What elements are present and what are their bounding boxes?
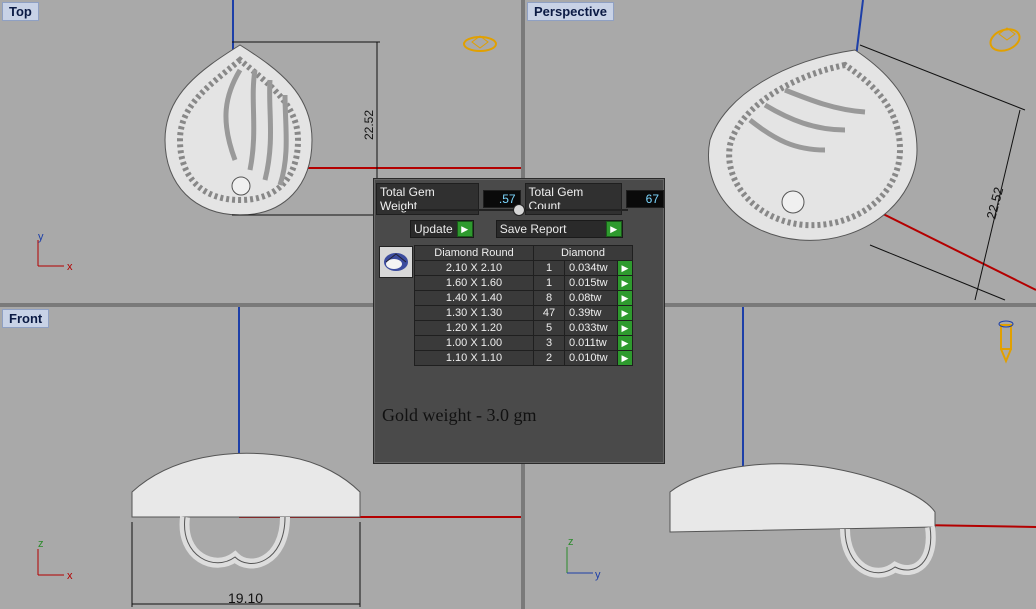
total-gem-count-value: 67 xyxy=(626,190,664,208)
update-button[interactable]: Update ▶ xyxy=(410,220,474,238)
update-button-label: Update xyxy=(414,222,453,236)
gem-table: Diamond Round Diamond 2.10 X 2.10 1 0.034t… xyxy=(414,245,633,366)
play-arrow-icon: ▶ xyxy=(456,221,473,237)
viewport-title-front[interactable]: Front xyxy=(2,309,50,328)
right-axis-y: y xyxy=(595,569,601,581)
play-arrow-icon[interactable]: ▶ xyxy=(617,260,633,276)
diamond-gem-icon xyxy=(379,246,413,278)
front-axis-x: x xyxy=(67,570,73,582)
gem-count: 8 xyxy=(533,290,565,306)
save-report-button[interactable]: Save Report ▶ xyxy=(495,220,623,238)
pendant-perspective-model xyxy=(708,49,918,241)
gem-weight: 0.011tw xyxy=(564,335,618,351)
panel-button-row: Update ▶ Save Report ▶ xyxy=(410,220,623,238)
gem-count: 47 xyxy=(533,305,565,321)
gem-size: 1.20 X 1.20 xyxy=(414,320,534,336)
panel-slider-knob[interactable] xyxy=(513,204,525,216)
perspective-dimension-label: 22.52 xyxy=(983,185,1006,220)
gem-weight: 0.033tw xyxy=(564,320,618,336)
ring-gumball-icon xyxy=(989,27,1021,52)
ring-gumball-icon xyxy=(463,35,497,52)
gold-weight-note: Gold weight - 3.0 gm xyxy=(382,405,537,425)
gem-size: 2.10 X 2.10 xyxy=(414,260,534,276)
gem-count: 2 xyxy=(533,350,565,366)
pendant-front-model xyxy=(131,452,361,569)
top-dimension-label: 22.52 xyxy=(362,110,376,140)
front-axis-z: z xyxy=(38,538,44,550)
gem-size: 1.40 X 1.40 xyxy=(414,290,534,306)
top-axis-x: x xyxy=(67,261,73,273)
play-arrow-icon[interactable]: ▶ xyxy=(617,275,633,291)
play-arrow-icon: ▶ xyxy=(605,221,622,237)
play-arrow-icon[interactable]: ▶ xyxy=(617,305,633,321)
table-row[interactable]: 1.00 X 1.00 3 0.011tw ▶ xyxy=(414,335,633,351)
table-row[interactable]: 1.20 X 1.20 5 0.033tw ▶ xyxy=(414,320,633,336)
gem-count: 1 xyxy=(533,275,565,291)
table-row[interactable]: 1.60 X 1.60 1 0.015tw ▶ xyxy=(414,275,633,291)
gem-table-header-shape: Diamond Round xyxy=(414,245,534,261)
play-arrow-icon[interactable]: ▶ xyxy=(617,290,633,306)
gem-size: 1.30 X 1.30 xyxy=(414,305,534,321)
gem-report-panel: Total Gem Weight .57 Total Gem Count 67 … xyxy=(373,178,665,464)
viewport-title-top[interactable]: Top xyxy=(2,2,39,21)
gem-weight: 0.08tw xyxy=(564,290,618,306)
gem-weight: 0.39tw xyxy=(564,305,618,321)
play-arrow-icon[interactable]: ▶ xyxy=(617,350,633,366)
gem-size: 1.60 X 1.60 xyxy=(414,275,534,291)
right-axis-z: z xyxy=(568,536,574,548)
pendant-top-model xyxy=(164,44,313,216)
pendant-right-model xyxy=(669,463,936,578)
table-row[interactable]: 1.10 X 1.10 2 0.010tw ▶ xyxy=(414,350,633,366)
save-report-button-label: Save Report xyxy=(499,222,567,236)
viewport-title-perspective[interactable]: Perspective xyxy=(527,2,614,21)
gem-count: 5 xyxy=(533,320,565,336)
gem-weight: 0.010tw xyxy=(564,350,618,366)
table-row[interactable]: 2.10 X 2.10 1 0.034tw ▶ xyxy=(414,260,633,276)
table-row[interactable]: 1.30 X 1.30 47 0.39tw ▶ xyxy=(414,305,633,321)
gem-count: 1 xyxy=(533,260,565,276)
pencil-gumball-icon xyxy=(998,320,1014,364)
table-row[interactable]: 1.40 X 1.40 8 0.08tw ▶ xyxy=(414,290,633,306)
play-arrow-icon[interactable]: ▶ xyxy=(617,320,633,336)
top-axis-y: y xyxy=(38,231,44,243)
gem-weight: 0.015tw xyxy=(564,275,618,291)
gem-count: 3 xyxy=(533,335,565,351)
gem-table-header-material: Diamond xyxy=(533,245,633,261)
front-dimension-label: 19.10 xyxy=(228,590,263,606)
gem-weight: 0.034tw xyxy=(564,260,618,276)
gem-size: 1.10 X 1.10 xyxy=(414,350,534,366)
play-arrow-icon[interactable]: ▶ xyxy=(617,335,633,351)
gem-size: 1.00 X 1.00 xyxy=(414,335,534,351)
